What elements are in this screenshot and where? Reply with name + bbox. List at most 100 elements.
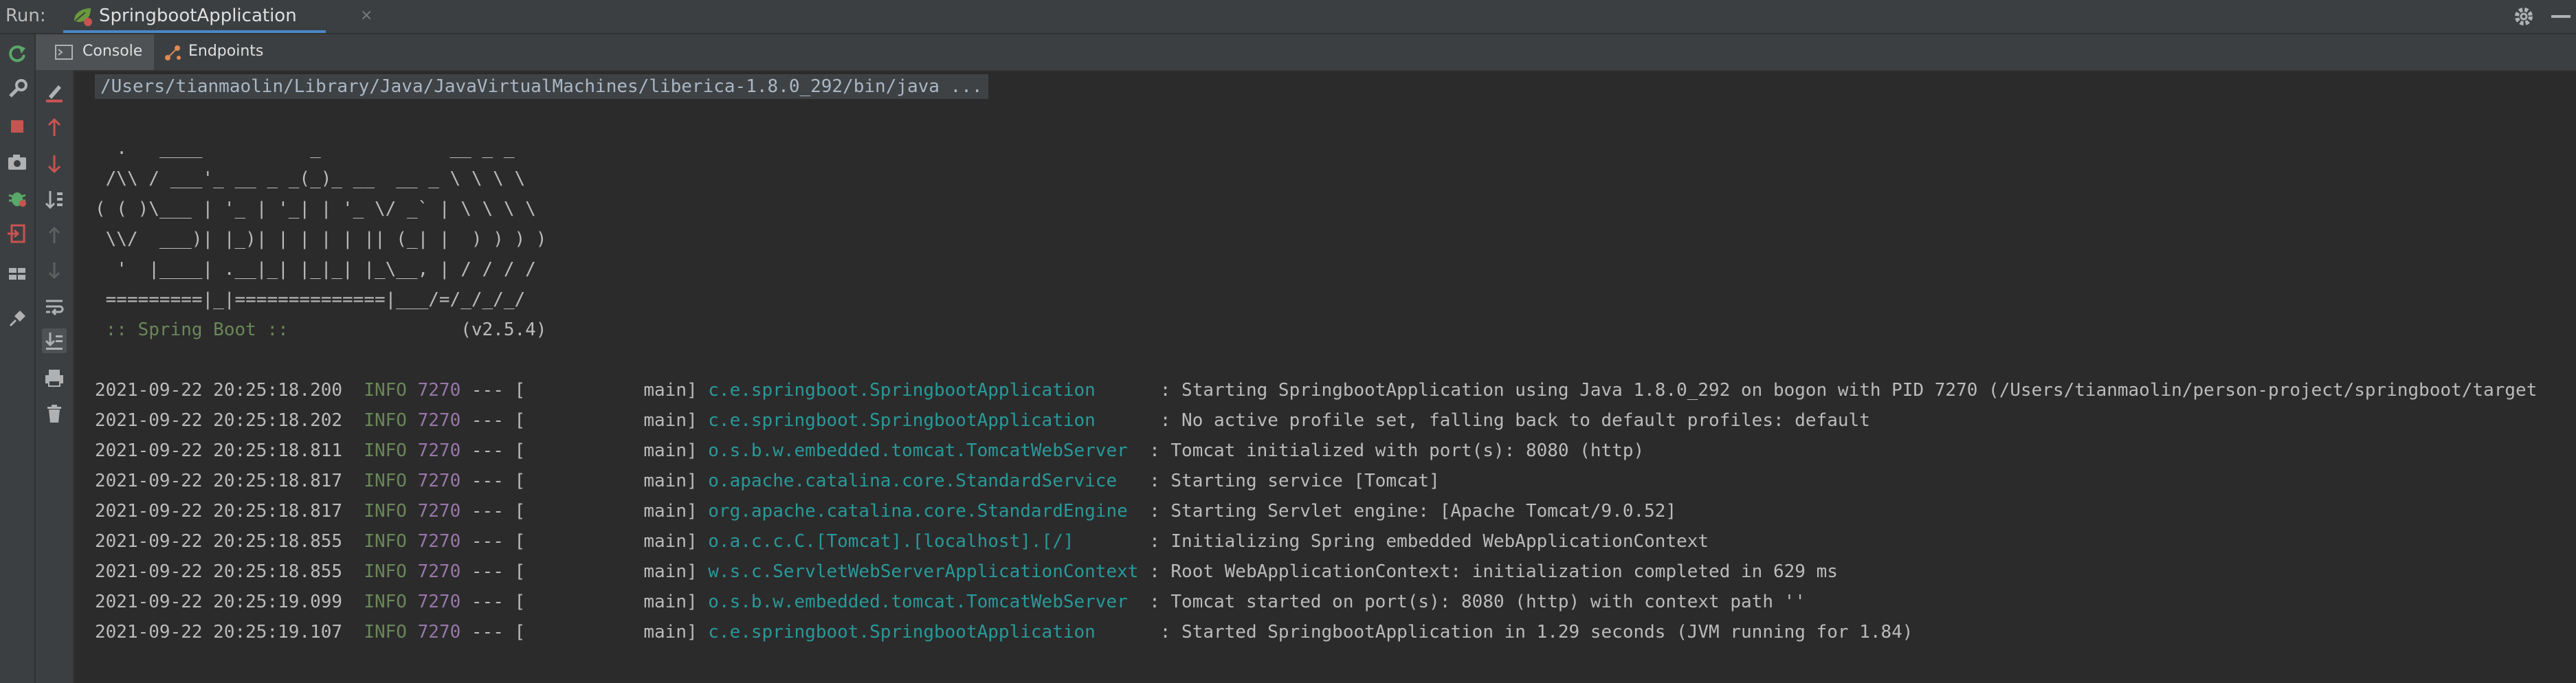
log-line: 2021-09-22 20:25:19.107 INFO 7270 --- [ …	[95, 620, 1913, 645]
log-thread: --- [ main]	[460, 622, 709, 642]
log-pid: 7270	[417, 471, 461, 491]
run-tab-title: SpringbootApplication	[99, 5, 297, 26]
tab-endpoints[interactable]: Endpoints	[164, 34, 315, 70]
banner-line: =========|_|==============|___/=/_/_/_/	[95, 289, 526, 310]
log-message: : Initializing Spring embedded WebApplic…	[1149, 531, 1709, 552]
log-logger: c.e.springboot.SpringbootApplication	[708, 410, 1150, 431]
camera-icon[interactable]	[5, 150, 30, 175]
log-level: INFO	[364, 561, 407, 582]
log-line: 2021-09-22 20:25:18.817 INFO 7270 --- [ …	[95, 469, 1440, 493]
log-level: INFO	[364, 471, 407, 491]
console-tab-strip: Console Endpoints	[36, 34, 2576, 71]
log-line: 2021-09-22 20:25:18.200 INFO 7270 --- [ …	[95, 378, 2537, 403]
spring-boot-tag: :: Spring Boot ::	[95, 320, 300, 340]
run-tool-window-header: Run: SpringbootApplication ×	[0, 0, 2576, 34]
banner-line: /\\ / ___'_ __ _ _(_)_ __ __ _ \ \ \ \	[95, 168, 526, 189]
log-level: INFO	[364, 592, 407, 612]
run-label: Run:	[5, 5, 46, 26]
log-line: 2021-09-22 20:25:18.811 INFO 7270 --- [ …	[95, 438, 1644, 463]
spring-boot-version: (v2.5.4)	[299, 320, 547, 340]
log-message: : Starting SpringbootApplication using J…	[1149, 380, 2538, 401]
java-command-line[interactable]: /Users/tianmaolin/Library/Java/JavaVirtu…	[95, 74, 988, 99]
log-line: 2021-09-22 20:25:18.855 INFO 7270 --- [ …	[95, 559, 1838, 584]
debug-icon[interactable]	[5, 186, 30, 210]
log-thread: --- [ main]	[460, 410, 709, 431]
log-message: : Tomcat initialized with port(s): 8080 …	[1149, 440, 1645, 461]
log-pid: 7270	[417, 410, 461, 431]
log-message: : Starting service [Tomcat]	[1149, 471, 1440, 491]
log-thread: --- [ main]	[460, 471, 709, 491]
log-thread: --- [ main]	[460, 501, 709, 522]
exit-icon[interactable]	[5, 221, 30, 246]
pin-icon[interactable]	[5, 306, 30, 331]
log-timestamp: 2021-09-22 20:25:18.817	[95, 501, 343, 522]
log-thread: --- [ main]	[460, 380, 709, 401]
console-actions-toolbar	[36, 70, 74, 683]
clear-icon[interactable]	[42, 80, 67, 104]
log-line: 2021-09-22 20:25:18.855 INFO 7270 --- [ …	[95, 529, 1709, 554]
log-logger: org.apache.catalina.core.StandardEngine	[708, 501, 1150, 522]
banner-line: ( ( )\___ | '_ | '_| | '_ \/ _` | \ \ \ …	[95, 199, 536, 219]
up-arrow-icon[interactable]	[42, 115, 67, 140]
log-thread: --- [ main]	[460, 531, 709, 552]
log-level: INFO	[364, 380, 407, 401]
log-line: 2021-09-22 20:25:18.817 INFO 7270 --- [ …	[95, 499, 1676, 524]
log-pid: 7270	[417, 622, 461, 642]
tab-console[interactable]: Console	[36, 34, 154, 70]
endpoints-icon	[164, 44, 183, 62]
console-output[interactable]: /Users/tianmaolin/Library/Java/JavaVirtu…	[74, 71, 2576, 683]
log-level: INFO	[364, 622, 407, 642]
log-logger: o.s.b.w.embedded.tomcat.TomcatWebServer	[708, 592, 1150, 612]
down-arrow-disabled-icon[interactable]	[42, 258, 67, 283]
layout-icon[interactable]	[5, 261, 30, 286]
log-timestamp: 2021-09-22 20:25:18.817	[95, 471, 343, 491]
spring-boot-app-icon	[71, 5, 93, 26]
gear-icon[interactable]	[2511, 4, 2536, 29]
spring-boot-version-line: :: Spring Boot :: (v2.5.4)	[95, 317, 547, 342]
sort-icon[interactable]	[42, 187, 67, 212]
soft-wrap-icon[interactable]	[42, 294, 67, 319]
log-level: INFO	[364, 501, 407, 522]
log-pid: 7270	[417, 531, 461, 552]
print-icon[interactable]	[42, 366, 67, 390]
run-actions-toolbar	[0, 34, 36, 683]
log-line: 2021-09-22 20:25:18.202 INFO 7270 --- [ …	[95, 408, 1870, 433]
log-timestamp: 2021-09-22 20:25:19.107	[95, 622, 343, 642]
log-thread: --- [ main]	[460, 440, 709, 461]
down-arrow-icon[interactable]	[42, 151, 67, 176]
log-pid: 7270	[417, 380, 461, 401]
log-pid: 7270	[417, 501, 461, 522]
build-icon[interactable]	[5, 77, 30, 102]
minimize-icon[interactable]	[2551, 15, 2571, 18]
log-logger: c.e.springboot.SpringbootApplication	[708, 622, 1150, 642]
log-message: : Started SpringbootApplication in 1.29 …	[1149, 622, 1913, 642]
log-logger: o.apache.catalina.core.StandardService	[708, 471, 1150, 491]
log-thread: --- [ main]	[460, 592, 709, 612]
rerun-icon[interactable]	[5, 41, 30, 66]
console-icon	[55, 44, 73, 60]
log-timestamp: 2021-09-22 20:25:18.855	[95, 531, 343, 552]
trash-icon[interactable]	[42, 401, 67, 426]
banner-line: ' |____| .__|_| |_|_| |_\__, | / / / /	[95, 259, 536, 280]
banner-line: . ____ _ __ _ _	[95, 138, 515, 159]
log-logger: o.s.b.w.embedded.tomcat.TomcatWebServer	[708, 440, 1150, 461]
close-tab-icon[interactable]: ×	[360, 4, 373, 27]
log-level: INFO	[364, 410, 407, 431]
tab-endpoints-label: Endpoints	[188, 43, 264, 60]
scroll-to-end-icon[interactable]	[42, 328, 67, 353]
log-logger: c.e.springboot.SpringbootApplication	[708, 380, 1150, 401]
up-arrow-disabled-icon[interactable]	[42, 223, 67, 247]
log-message: : Root WebApplicationContext: initializa…	[1149, 561, 1838, 582]
stop-icon[interactable]	[5, 114, 30, 139]
log-message: : Starting Servlet engine: [Apache Tomca…	[1149, 501, 1677, 522]
log-timestamp: 2021-09-22 20:25:18.202	[95, 410, 343, 431]
log-timestamp: 2021-09-22 20:25:18.811	[95, 440, 343, 461]
log-level: INFO	[364, 531, 407, 552]
log-message: : No active profile set, falling back to…	[1149, 410, 1870, 431]
log-timestamp: 2021-09-22 20:25:18.855	[95, 561, 343, 582]
log-thread: --- [ main]	[460, 561, 709, 582]
banner-line: \\/ ___)| |_)| | | | | || (_| | ) ) ) )	[95, 229, 547, 249]
run-config-tab[interactable]: SpringbootApplication ×	[63, 0, 373, 33]
tab-console-label: Console	[82, 43, 143, 60]
log-level: INFO	[364, 440, 407, 461]
